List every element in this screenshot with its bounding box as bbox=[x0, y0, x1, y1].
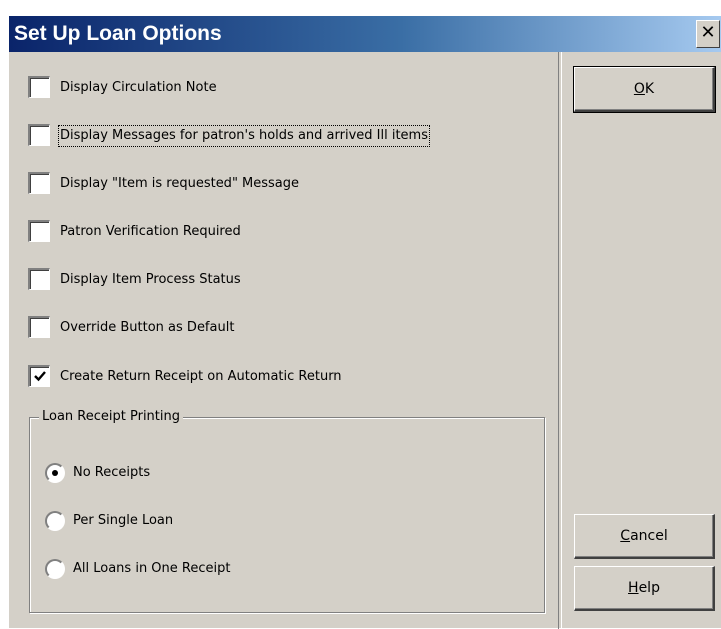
help-button[interactable]: Help bbox=[574, 566, 715, 611]
option-label: Display "Item is requested" Message bbox=[60, 176, 300, 191]
option-label: Override Button as Default bbox=[60, 320, 235, 335]
checkbox-create-return-receipt[interactable] bbox=[28, 365, 50, 387]
option-label: Patron Verification Required bbox=[60, 224, 241, 239]
checkbox-display-item-requested[interactable] bbox=[28, 172, 50, 194]
ok-label-rest: K bbox=[644, 81, 655, 97]
option-label: Create Return Receipt on Automatic Retur… bbox=[60, 369, 342, 384]
checkbox-patron-verification[interactable] bbox=[28, 220, 50, 242]
radio-button-all-loans-one-receipt[interactable] bbox=[45, 559, 65, 579]
checkbox-override-button-default[interactable] bbox=[28, 316, 50, 338]
radio-button-per-single-loan[interactable] bbox=[45, 511, 65, 531]
cancel-accelerator: C bbox=[620, 528, 631, 544]
checkbox-display-process-status[interactable] bbox=[28, 268, 50, 290]
help-label-rest: elp bbox=[638, 580, 660, 596]
radio-label: Per Single Loan bbox=[73, 513, 174, 528]
loan-options-dialog: Set Up Loan Options ✕ Display Circulatio… bbox=[8, 15, 721, 629]
radio-label: No Receipts bbox=[73, 465, 151, 480]
radio-button-no-receipts[interactable] bbox=[45, 463, 65, 483]
close-icon: ✕ bbox=[700, 22, 716, 43]
checkbox-display-circulation-note[interactable] bbox=[28, 76, 50, 98]
group-legend: Loan Receipt Printing bbox=[39, 408, 183, 426]
checkbox-display-hold-messages[interactable] bbox=[28, 124, 50, 146]
radio-label: All Loans in One Receipt bbox=[73, 561, 231, 576]
option-label: Display Messages for patron's holds and … bbox=[58, 125, 430, 147]
dialog-title: Set Up Loan Options bbox=[14, 22, 222, 45]
option-label: Display Circulation Note bbox=[60, 80, 217, 95]
ok-accelerator: O bbox=[633, 81, 645, 97]
help-accelerator: H bbox=[628, 580, 639, 596]
close-button[interactable]: ✕ bbox=[696, 20, 720, 48]
loan-receipt-printing-group: Loan Receipt Printing No Receipts Per Si… bbox=[29, 408, 545, 613]
cancel-label-rest: ancel bbox=[630, 528, 668, 544]
radio-selected-dot bbox=[52, 470, 58, 476]
vertical-separator bbox=[558, 52, 562, 629]
checkmark-icon bbox=[34, 371, 46, 382]
ok-button[interactable]: OK bbox=[573, 66, 716, 113]
option-label: Display Item Process Status bbox=[60, 272, 241, 287]
title-bar: Set Up Loan Options ✕ bbox=[9, 16, 721, 52]
cancel-button[interactable]: Cancel bbox=[574, 514, 715, 559]
